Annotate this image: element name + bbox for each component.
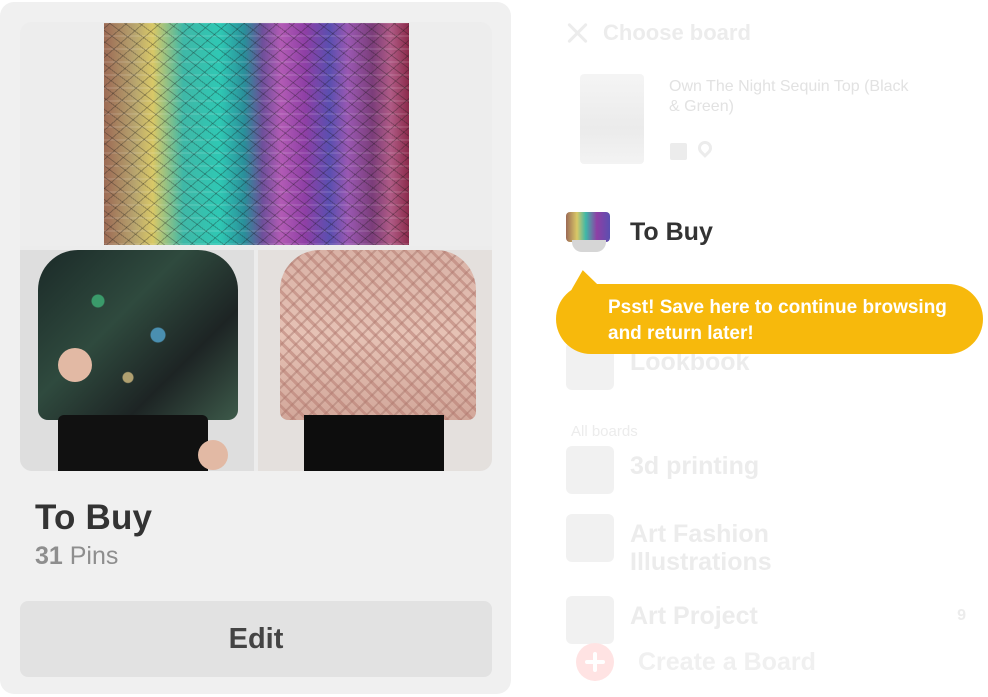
facebook-icon[interactable] [670,143,687,160]
plus-icon[interactable] [576,643,614,681]
board-thumbnail [566,446,614,494]
board-cover[interactable] [20,22,492,471]
tooltip-text: Psst! Save here to continue browsing and… [608,297,947,344]
cover-top-image [20,22,492,246]
save-here-tooltip: Psst! Save here to continue browsing and… [556,284,983,354]
board-option-label: 3d printing [630,452,760,480]
pin-name: Own The Night Sequin Top (Black & Green) [669,78,909,115]
board-option-art-fashion-illustrations[interactable]: Art Fashion Illustrations [566,514,966,578]
pin-count-label: Pins [62,542,119,570]
board-thumbnail [566,212,610,242]
hand [58,348,92,382]
all-boards-heading: All boards [571,423,638,440]
board-option-art-project[interactable]: Art Project [566,596,966,646]
location-icon[interactable] [695,138,715,158]
board-option-label: To Buy [630,218,713,246]
hand [198,440,228,470]
sequin-shirt [38,250,238,420]
board-card[interactable]: To Buy 31 Pins Edit [0,2,511,694]
board-pin-count: 9 [957,607,966,624]
board-thumbnail [566,514,614,562]
board-option-label: Art Fashion Illustrations [630,520,772,576]
mosaic-image [104,23,409,245]
create-board-button[interactable]: Create a Board [638,648,816,677]
board-title: To Buy [35,498,153,537]
panel-title: Choose board [603,20,751,45]
black-pants [304,415,444,471]
sequin-top-photo [20,250,254,471]
close-icon[interactable] [566,22,588,44]
board-option-label: Art Project [630,602,758,630]
board-thumbnail-base [572,240,606,252]
black-pants [58,415,208,471]
pin-count-number: 31 [35,542,63,570]
pin-count: 31 Pins [35,542,118,571]
board-option-3d-printing[interactable]: 3d printing [566,446,966,496]
edit-button[interactable]: Edit [20,601,492,677]
board-thumbnail [566,596,614,644]
board-option-to-buy[interactable]: To Buy [566,206,966,256]
pin-thumbnail [580,74,644,164]
lace-shirt [280,250,476,420]
lace-top-photo [258,250,492,471]
